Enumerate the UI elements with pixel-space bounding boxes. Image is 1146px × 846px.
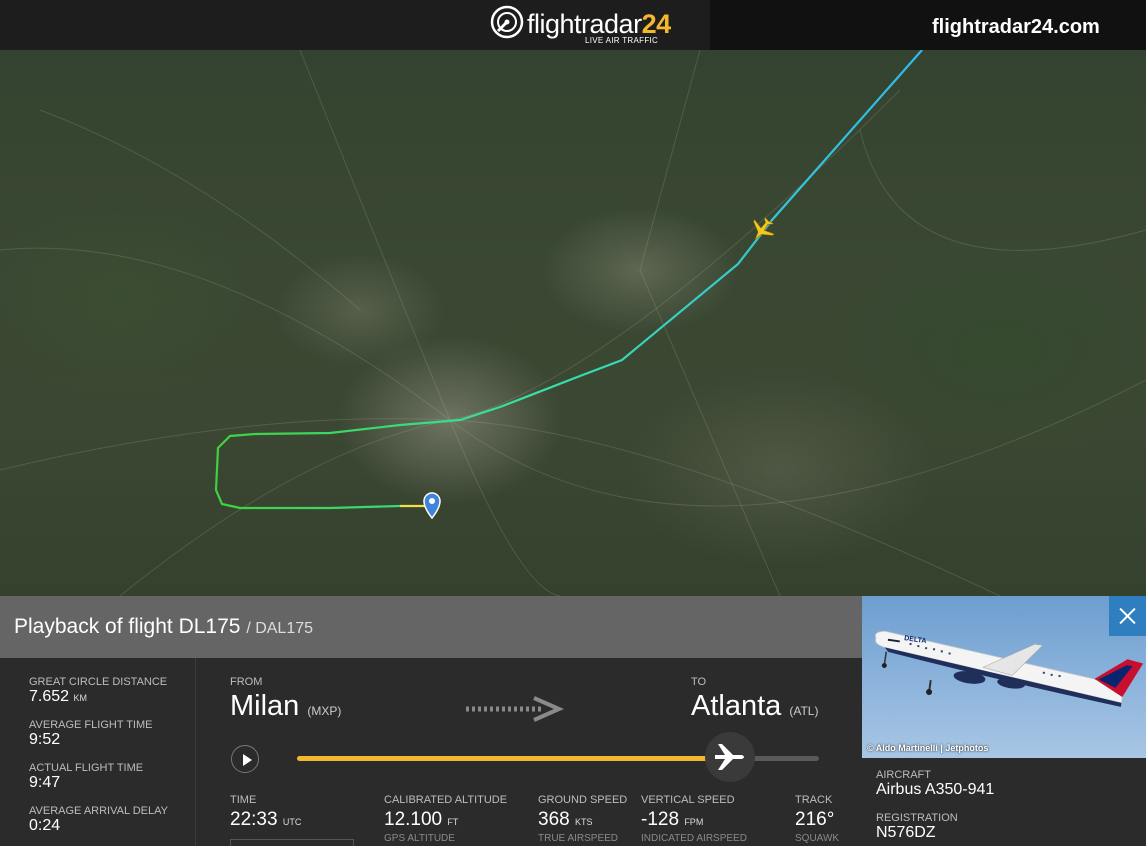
satellite-map[interactable] [0, 50, 1146, 596]
stat-great-circle-distance: GREAT CIRCLE DISTANCE 7.652 KM [29, 676, 168, 705]
origin: FROM Milan (MXP) [230, 676, 342, 722]
playback-progress [297, 756, 731, 761]
stat-actual-flight-time: ACTUAL FLIGHT TIME 9:47 [29, 762, 144, 791]
stat-average-arrival-delay: AVERAGE ARRIVAL DELAY 0:24 [29, 805, 168, 834]
aircraft-card: DELTA © Aldo Martinelli | Jetphotos AIRC… [862, 596, 1146, 846]
site-label: flightradar24.com [932, 16, 1100, 38]
playback-panel: Playback of flight DL175 / DAL175 GREAT … [0, 596, 862, 846]
playback-title: Playback of flight DL175 / DAL175 [14, 615, 314, 638]
aircraft-photo[interactable]: DELTA © Aldo Martinelli | Jetphotos [862, 596, 1146, 758]
metric-track: TRACK 216° SQUAWK [795, 794, 840, 844]
playback-scrubber-handle[interactable] [705, 732, 756, 782]
playback-header: Playback of flight DL175 / DAL175 [0, 596, 862, 658]
flight-track-approach [214, 50, 923, 510]
aircraft-type: AIRCRAFT Airbus A350-941 [876, 769, 995, 798]
airport-pin-icon[interactable] [423, 492, 441, 520]
metric-time: TIME 22:33 UTC [230, 794, 302, 830]
destination-code: (ATL) [789, 704, 819, 718]
close-button[interactable] [1109, 596, 1146, 636]
radar-logo-icon [490, 5, 524, 39]
aircraft-registration: REGISTRATION N576DZ [876, 812, 958, 841]
logo-tagline: LIVE AIR TRAFFIC [585, 36, 659, 45]
route-arrow-icon [466, 696, 564, 722]
stat-average-flight-time: AVERAGE FLIGHT TIME 9:52 [29, 719, 153, 748]
destination: TO Atlanta (ATL) [691, 676, 819, 722]
flightradar24-logo[interactable]: flightradar24 LIVE AIR TRAFFIC [490, 4, 710, 46]
top-bar: flightradar24 LIVE AIR TRAFFIC flightrad… [0, 0, 1146, 50]
time-controls[interactable] [230, 839, 354, 846]
origin-code: (MXP) [307, 704, 342, 718]
metric-ground-speed: GROUND SPEED 368 KTS TRUE AIRSPEED [538, 794, 628, 844]
plane-icon [715, 744, 745, 770]
metric-vertical-speed: VERTICAL SPEED -128 FPM INDICATED AIRSPE… [641, 794, 747, 844]
origin-city: Milan [230, 690, 300, 722]
metric-calibrated-altitude: CALIBRATED ALTITUDE 12.100 FT GPS ALTITU… [384, 794, 508, 844]
flight-stats: GREAT CIRCLE DISTANCE 7.652 KM AVERAGE F… [0, 658, 196, 846]
destination-city: Atlanta [691, 690, 782, 722]
map-overlay [0, 50, 1146, 596]
site-label-box: flightradar24.com [710, 0, 1146, 50]
aircraft-photo-image: DELTA [875, 630, 1144, 707]
callsign: / DAL175 [246, 620, 314, 637]
route-section: FROM Milan (MXP) TO Atlanta (ATL) TIME 2… [196, 658, 862, 846]
road-network [0, 50, 1146, 596]
photo-credit[interactable]: © Aldo Martinelli | Jetphotos [867, 743, 988, 753]
play-button[interactable] [231, 745, 259, 773]
